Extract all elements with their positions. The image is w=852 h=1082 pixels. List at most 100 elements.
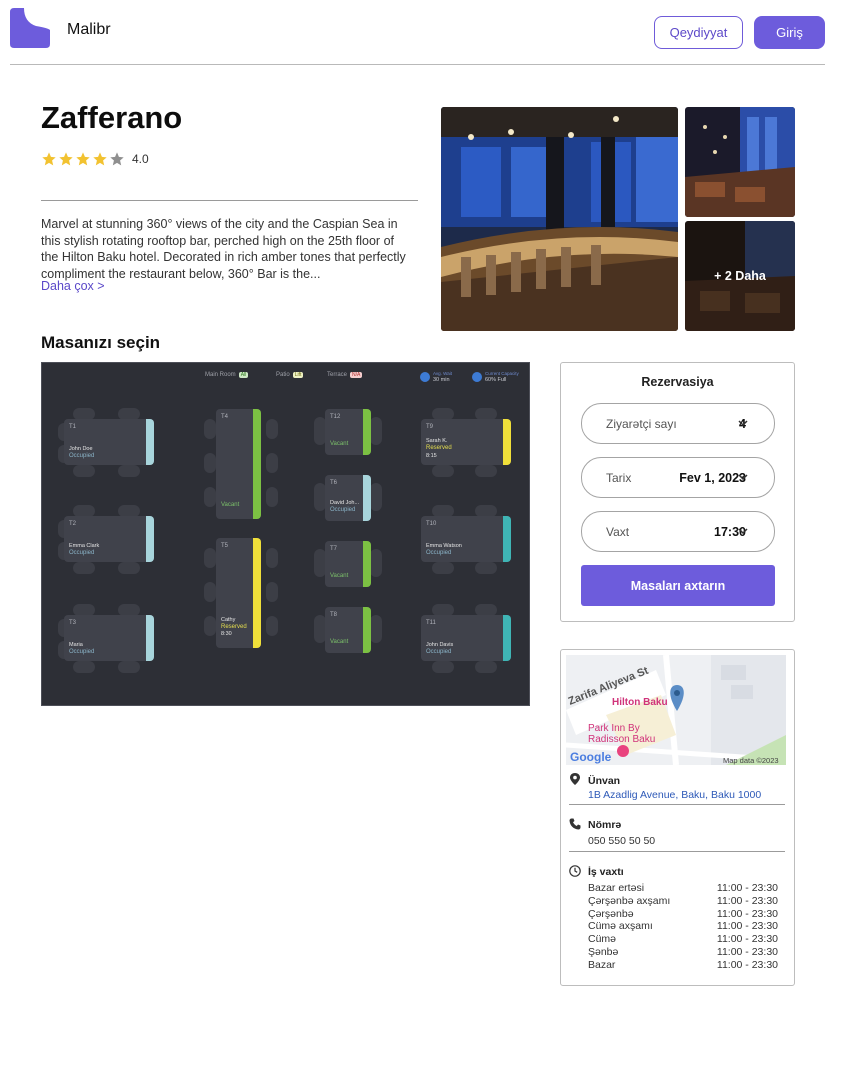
hours-row: Şənbə 11:00 - 23:30 [588,946,778,959]
legend-terrace[interactable]: Terrace N/A [327,372,363,378]
restaurant-description: Marvel at stunning 360° views of the cit… [41,217,406,281]
side-photo-1[interactable] [685,107,795,217]
hours-row: Cümə 11:00 - 23:30 [588,933,778,946]
floor-plan: Main Room All Patio Lift Terrace N/A Avg… [41,362,530,706]
star-filled-icon [42,152,56,166]
table-status: Occupied [69,453,95,459]
status-bar [363,409,371,455]
table-guest: Emma Watson [426,543,462,549]
location-map[interactable]: Zarifa Aliyeva St Hilton Baku Park Inn B… [566,655,786,765]
table-t7[interactable]: T7 Vacant [325,541,371,587]
table-id: T2 [69,521,77,527]
brand-name: Malibr [67,21,111,38]
table-t10[interactable]: T10 Emma Watson Occupied [421,516,511,562]
status-bar [146,419,154,465]
chevron-down-icon [738,528,748,535]
table-time: 8:30 [221,631,232,637]
hours-row: Çərşənbə 11:00 - 23:30 [588,908,778,921]
table-status: Reserved [221,624,247,630]
hours-day: Bazar ertəsi [588,882,645,894]
clock-icon [569,865,581,877]
map-poi-secondary-2: Radisson Baku [588,734,655,745]
hours-time: 11:00 - 23:30 [716,894,778,907]
table-status: Occupied [69,649,95,655]
date-select[interactable]: Tarix Fev 1, 2023 [581,457,775,498]
map-poi-main: Hilton Baku [612,697,668,708]
map-poi-secondary-1: Park Inn By [588,723,640,734]
rating-stars: 4.0 [41,151,149,167]
table-id: T6 [330,480,338,486]
guests-select[interactable]: Ziyarətçi sayı 4 [581,403,775,444]
table-status: Occupied [69,550,95,556]
hours-time: 11:00 - 23:30 [716,958,778,971]
table-status: Occupied [426,649,452,655]
table-t6[interactable]: T6 David Joh... Occupied [325,475,371,521]
read-more-link[interactable]: Daha çox > [41,279,105,293]
hours-day: Çərşənbə axşamı [588,894,671,907]
hours-time: 11:00 - 23:30 [716,920,778,933]
phone-label: Nömrə [588,819,622,831]
status-bar [363,475,371,521]
table-status: Vacant [221,502,240,508]
login-button[interactable]: Giriş [754,16,825,49]
map-provider: Google [570,750,612,764]
star-filled-icon [76,152,90,166]
clock-icon [420,372,430,382]
table-t4[interactable]: T4 Vacant [216,409,261,519]
table-guest: Sarah K. [426,438,448,444]
status-bar [146,516,154,562]
address-value[interactable]: 1B Azadlig Avenue, Baku, Baku 1000 [588,789,761,801]
stat-label: Avg. Wait [433,371,453,376]
legend-patio[interactable]: Patio Lift [276,372,304,378]
search-tables-button[interactable]: Masaları axtarın [581,565,775,606]
table-t8[interactable]: T8 Vacant [325,607,371,653]
table-id: T4 [221,414,229,420]
hours-day: Çərşənbə [588,907,634,920]
status-bar [253,409,261,519]
table-id: T10 [426,521,437,527]
table-t5[interactable]: T5 Cathy Reserved 8:30 [216,538,261,648]
table-status: Vacant [330,639,349,645]
table-t12[interactable]: T12 Vacant [325,409,371,455]
more-photos-overlay[interactable]: + 2 Daha [685,221,795,331]
table-guest: Cathy [221,617,236,623]
time-select[interactable]: Vaxt 17:30 [581,511,775,552]
status-bar [253,538,261,648]
star-filled-icon [93,152,107,166]
table-t11[interactable]: T11 John Davis Occupied [421,615,511,661]
map-image: Zarifa Aliyeva St Hilton Baku Park Inn B… [566,655,786,765]
time-label: Vaxt [606,524,630,539]
table-t3[interactable]: T3 Maria Occupied [64,615,154,661]
chevron-down-icon [738,474,748,481]
register-button[interactable]: Qeydiyyat [654,16,743,49]
location-icon [570,773,580,785]
lounge-image [685,107,795,217]
main-photo[interactable] [441,107,678,331]
table-t2[interactable]: T2 Emma Clark Occupied [64,516,154,562]
table-id: T9 [426,424,434,430]
stat-avg-wait: Avg. Wait 30 min [420,371,452,383]
phone-icon [569,818,581,830]
stat-label: Current Capacity [485,371,519,376]
legend-label: Main Room [205,372,236,378]
side-photo-2[interactable]: + 2 Daha [685,221,795,331]
hours-day: Cümə axşamı [588,920,653,933]
hours-list: Bazar ertəsi 11:00 - 23:30 Çərşənbə axşam… [588,882,778,972]
choose-table-title: Masanızı seçin [41,333,161,352]
star-filled-icon [59,152,73,166]
legend-label: Patio [276,372,290,378]
date-value: Fev 1, 2023 [679,470,746,485]
bar-interior-image [441,107,678,331]
legend-chip: N/A [350,372,363,378]
legend-main-room[interactable]: Main Room All [205,372,249,378]
capacity-icon [472,372,482,382]
table-id: T1 [69,424,77,430]
table-guest: Emma Clark [69,543,100,549]
rating-value: 4.0 [132,152,149,166]
hours-row: Çərşənbə axşamı 11:00 - 23:30 [588,895,778,908]
table-t1[interactable]: T1 John Doe Occupied [64,419,154,465]
stat-value: 60% Full [485,377,507,383]
table-t9[interactable]: T9 Sarah K. Reserved 8:15 [421,419,511,465]
table-status: Occupied [330,507,356,513]
phone-value[interactable]: 050 550 50 50 [588,835,655,847]
